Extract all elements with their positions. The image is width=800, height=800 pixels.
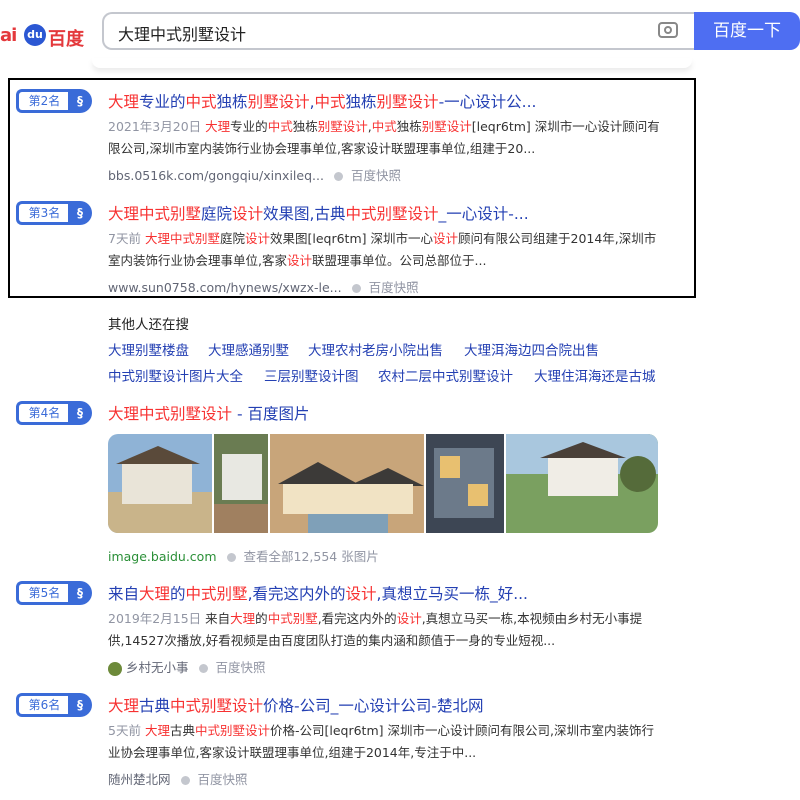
related-search-link[interactable]: 农村二层中式别墅设计 — [378, 365, 513, 385]
result-abstract: 7天前 大理中式别墅庭院设计效果图[leqr6tm] 深圳市一心设计顾问有限公司… — [108, 231, 657, 268]
result-title[interactable]: 大理中式别墅设计 - 百度图片 — [108, 402, 309, 424]
rank-label: 第6名 — [16, 693, 70, 717]
baidu-s-icon: § — [68, 401, 92, 425]
logo-text-right: 百度 — [48, 29, 84, 50]
result-author[interactable]: 乡村无小事 — [126, 660, 189, 675]
result-url[interactable]: www.sun0758.com/hynews/xwzx-le... — [108, 280, 342, 295]
result-date: 5天前 — [108, 723, 141, 738]
dot-icon — [333, 172, 343, 181]
rank-badge: 第3名 § — [16, 201, 94, 225]
search-shadow — [92, 58, 692, 68]
dot-icon — [198, 664, 208, 673]
view-all-images-link[interactable]: 查看全部12,554 张图片 — [244, 549, 379, 564]
image-thumbnails — [108, 434, 658, 533]
rank-label: 第3名 — [16, 201, 70, 225]
search-button[interactable]: 百度一下 — [694, 12, 800, 50]
related-searches-label: 其他人还在搜 — [108, 317, 189, 333]
related-search-link[interactable]: 中式别墅设计图片大全 — [108, 365, 243, 385]
result-abstract: 2019年2月15日 来自大理的中式别墅,看完这内外的设计,真想立马买一栋,本视… — [108, 611, 643, 648]
result-source: 乡村无小事 百度快照 — [108, 657, 266, 676]
related-search-link[interactable]: 三层别墅设计图 — [264, 365, 359, 385]
header: ai du 百度 百度一下 — [0, 0, 800, 66]
logo-text-left: ai — [0, 25, 17, 46]
result-title[interactable]: 来自大理的中式别墅,看完这内外的设计,真想立马买一栋_好... — [108, 582, 528, 604]
rank-badge: 第6名 § — [16, 693, 94, 717]
paw-icon: du — [24, 24, 46, 46]
snapshot-link[interactable]: 百度快照 — [351, 168, 401, 183]
result-title[interactable]: 大理中式别墅庭院设计效果图,古典中式别墅设计_一心设计-... — [108, 202, 529, 224]
result-url[interactable]: bbs.0516k.com/gongqiu/xinxileq... — [108, 168, 324, 183]
rank-badge: 第4名 § — [16, 401, 94, 425]
rank-badge: 第2名 § — [16, 89, 94, 113]
baidu-s-icon: § — [68, 201, 92, 225]
camera-icon[interactable] — [658, 22, 678, 38]
result-source: image.baidu.com 查看全部12,554 张图片 — [108, 546, 379, 565]
snapshot-link[interactable]: 百度快照 — [369, 280, 419, 295]
related-search-link[interactable]: 大理农村老房小院出售 — [308, 339, 443, 359]
result-date: 2019年2月15日 — [108, 611, 202, 626]
rank-label: 第5名 — [16, 581, 70, 605]
title-rest: - 百度图片 — [232, 405, 310, 423]
rank-label: 第4名 — [16, 401, 70, 425]
related-search-link[interactable]: 大理别墅楼盘 — [108, 339, 189, 359]
result-url[interactable]: 随州楚北网 — [108, 772, 171, 787]
related-search-link[interactable]: 大理洱海边四合院出售 — [464, 339, 599, 359]
result-abstract: 2021年3月20日 大理专业的中式独栋别墅设计,中式独栋别墅设计[leqr6t… — [108, 119, 660, 156]
baidu-s-icon: § — [68, 693, 92, 717]
avatar — [108, 661, 122, 676]
result-source: www.sun0758.com/hynews/xwzx-le... 百度快照 — [108, 277, 419, 296]
rank-label: 第2名 — [16, 89, 70, 113]
rank-badge: 第5名 § — [16, 581, 94, 605]
result-source: bbs.0516k.com/gongqiu/xinxileq... 百度快照 — [108, 165, 401, 184]
dot-icon — [226, 553, 236, 562]
result-date: 7天前 — [108, 231, 141, 246]
title-highlight: 大理中式别墅设计 — [108, 405, 233, 423]
result-abstract: 5天前 大理古典中式别墅设计价格-公司[leqr6tm] 深圳市一心设计顾问有限… — [108, 723, 654, 760]
dot-icon — [180, 776, 190, 785]
search-box[interactable] — [102, 12, 694, 50]
related-search-link[interactable]: 大理住洱海还是古城 — [534, 365, 656, 385]
result-date: 2021年3月20日 — [108, 119, 202, 134]
result-site[interactable]: image.baidu.com — [108, 549, 217, 564]
baidu-s-icon: § — [68, 581, 92, 605]
result-source: 随州楚北网 百度快照 — [108, 769, 248, 788]
result-title[interactable]: 大理古典中式别墅设计价格-公司_一心设计公司-楚北网 — [108, 694, 483, 716]
snapshot-link[interactable]: 百度快照 — [198, 772, 248, 787]
baidu-logo[interactable]: ai du 百度 — [0, 12, 92, 52]
related-search-link[interactable]: 大理感通别墅 — [208, 339, 289, 359]
search-input[interactable] — [116, 20, 640, 46]
result-title[interactable]: 大理专业的中式独栋别墅设计,中式独栋别墅设计-一心设计公... — [108, 90, 536, 112]
snapshot-link[interactable]: 百度快照 — [216, 660, 266, 675]
dot-icon — [351, 284, 361, 293]
image-strip[interactable] — [108, 434, 658, 533]
baidu-s-icon: § — [68, 89, 92, 113]
